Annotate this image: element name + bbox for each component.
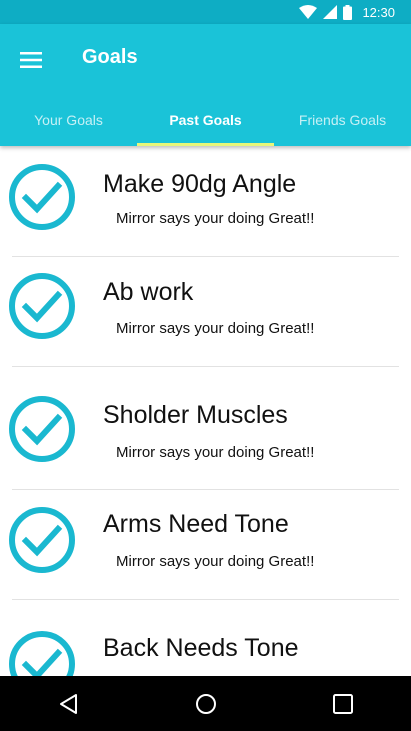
check-circle-icon: [9, 507, 75, 573]
status-bar: 12:30: [0, 0, 411, 24]
wifi-icon: [299, 5, 318, 19]
app-bar: Goals Your Goals Past Goals Friends Goal…: [0, 24, 411, 146]
check-circle-icon: [9, 396, 75, 462]
status-time: 12:30: [362, 4, 395, 20]
tab-bar: Your Goals Past Goals Friends Goals: [0, 94, 411, 146]
goal-title: Make 90dg Angle: [103, 170, 297, 198]
goal-item[interactable]: Sholder Muscles Mirror says your doing G…: [0, 367, 411, 489]
recents-icon: [332, 693, 353, 714]
hamburger-menu-icon: [20, 52, 42, 68]
home-icon: [195, 693, 216, 714]
goal-title: Back Needs Tone: [103, 634, 299, 662]
check-circle-icon: [9, 631, 75, 676]
check-circle-icon: [9, 273, 75, 339]
goal-item[interactable]: Make 90dg Angle Mirror says your doing G…: [0, 146, 411, 256]
recents-button[interactable]: [318, 679, 368, 729]
menu-button[interactable]: [14, 44, 48, 76]
check-circle-icon: [9, 164, 75, 230]
signal-icon: [323, 5, 338, 19]
goal-subtitle: Mirror says your doing Great!!: [116, 210, 315, 227]
back-icon: [59, 693, 77, 714]
goal-subtitle: Mirror says your doing Great!!: [116, 553, 315, 570]
goal-subtitle: Mirror says your doing Great!!: [116, 444, 315, 461]
back-button[interactable]: [44, 679, 94, 729]
goal-item[interactable]: Back Needs Tone: [0, 600, 411, 676]
tab-past-goals[interactable]: Past Goals: [137, 94, 274, 146]
goal-title: Ab work: [103, 278, 194, 306]
goal-title: Sholder Muscles: [103, 401, 288, 429]
tab-friends-goals[interactable]: Friends Goals: [274, 94, 411, 146]
goal-title: Arms Need Tone: [103, 510, 289, 538]
status-icons: 12:30: [299, 4, 395, 20]
page-title: Goals: [82, 46, 138, 68]
battery-icon: [343, 4, 353, 20]
tab-past-goals-label: Past Goals: [169, 112, 242, 128]
system-nav-bar: [0, 676, 411, 731]
goal-item[interactable]: Arms Need Tone Mirror says your doing Gr…: [0, 490, 411, 599]
home-button[interactable]: [181, 679, 231, 729]
goal-item[interactable]: Ab work Mirror says your doing Great!!: [0, 257, 411, 365]
tab-your-goals[interactable]: Your Goals: [0, 94, 137, 146]
goals-list: Make 90dg Angle Mirror says your doing G…: [0, 146, 411, 676]
goal-subtitle: Mirror says your doing Great!!: [116, 320, 315, 337]
